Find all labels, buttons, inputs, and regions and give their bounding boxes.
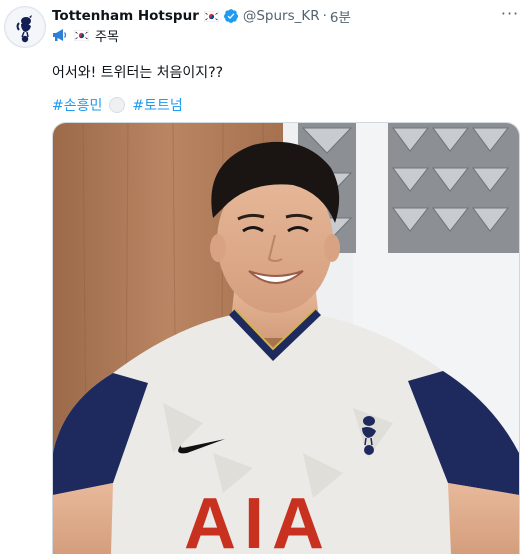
south-korea-flag-icon: [203, 10, 219, 22]
verified-badge-icon: [223, 9, 238, 23]
spurs-cockerel-icon: [6, 8, 44, 46]
tweet[interactable]: Tottenham Hotspur @Spurs_KR · 6분 ··· 주목 …: [0, 0, 530, 554]
south-korea-flag-icon: [74, 29, 89, 41]
tweet-text: 어서와! 트위터는 처음이지??: [52, 65, 224, 81]
media-photo: AIA: [53, 123, 519, 554]
hashtag-tottenham[interactable]: #토트넘: [132, 95, 182, 115]
pinned-label: 주목: [95, 29, 119, 45]
author-name[interactable]: Tottenham Hotspur: [52, 8, 199, 24]
hashtag-son[interactable]: #손흥민: [52, 95, 102, 115]
hashtag-line: #손흥민 #토트넘: [52, 95, 183, 115]
jersey-sponsor: AIA: [184, 484, 332, 554]
author-handle[interactable]: @Spurs_KR: [243, 8, 320, 24]
megaphone-icon: [53, 29, 67, 41]
tweet-media[interactable]: AIA: [52, 122, 520, 554]
soccer-ball-icon: [109, 97, 126, 113]
timestamp[interactable]: 6분: [330, 6, 351, 26]
header-separator: ·: [322, 8, 327, 24]
pinned-line: 주목: [52, 26, 119, 45]
tweet-header: Tottenham Hotspur @Spurs_KR · 6분: [52, 6, 500, 26]
more-options-icon[interactable]: ···: [500, 4, 520, 24]
avatar[interactable]: [4, 6, 46, 48]
